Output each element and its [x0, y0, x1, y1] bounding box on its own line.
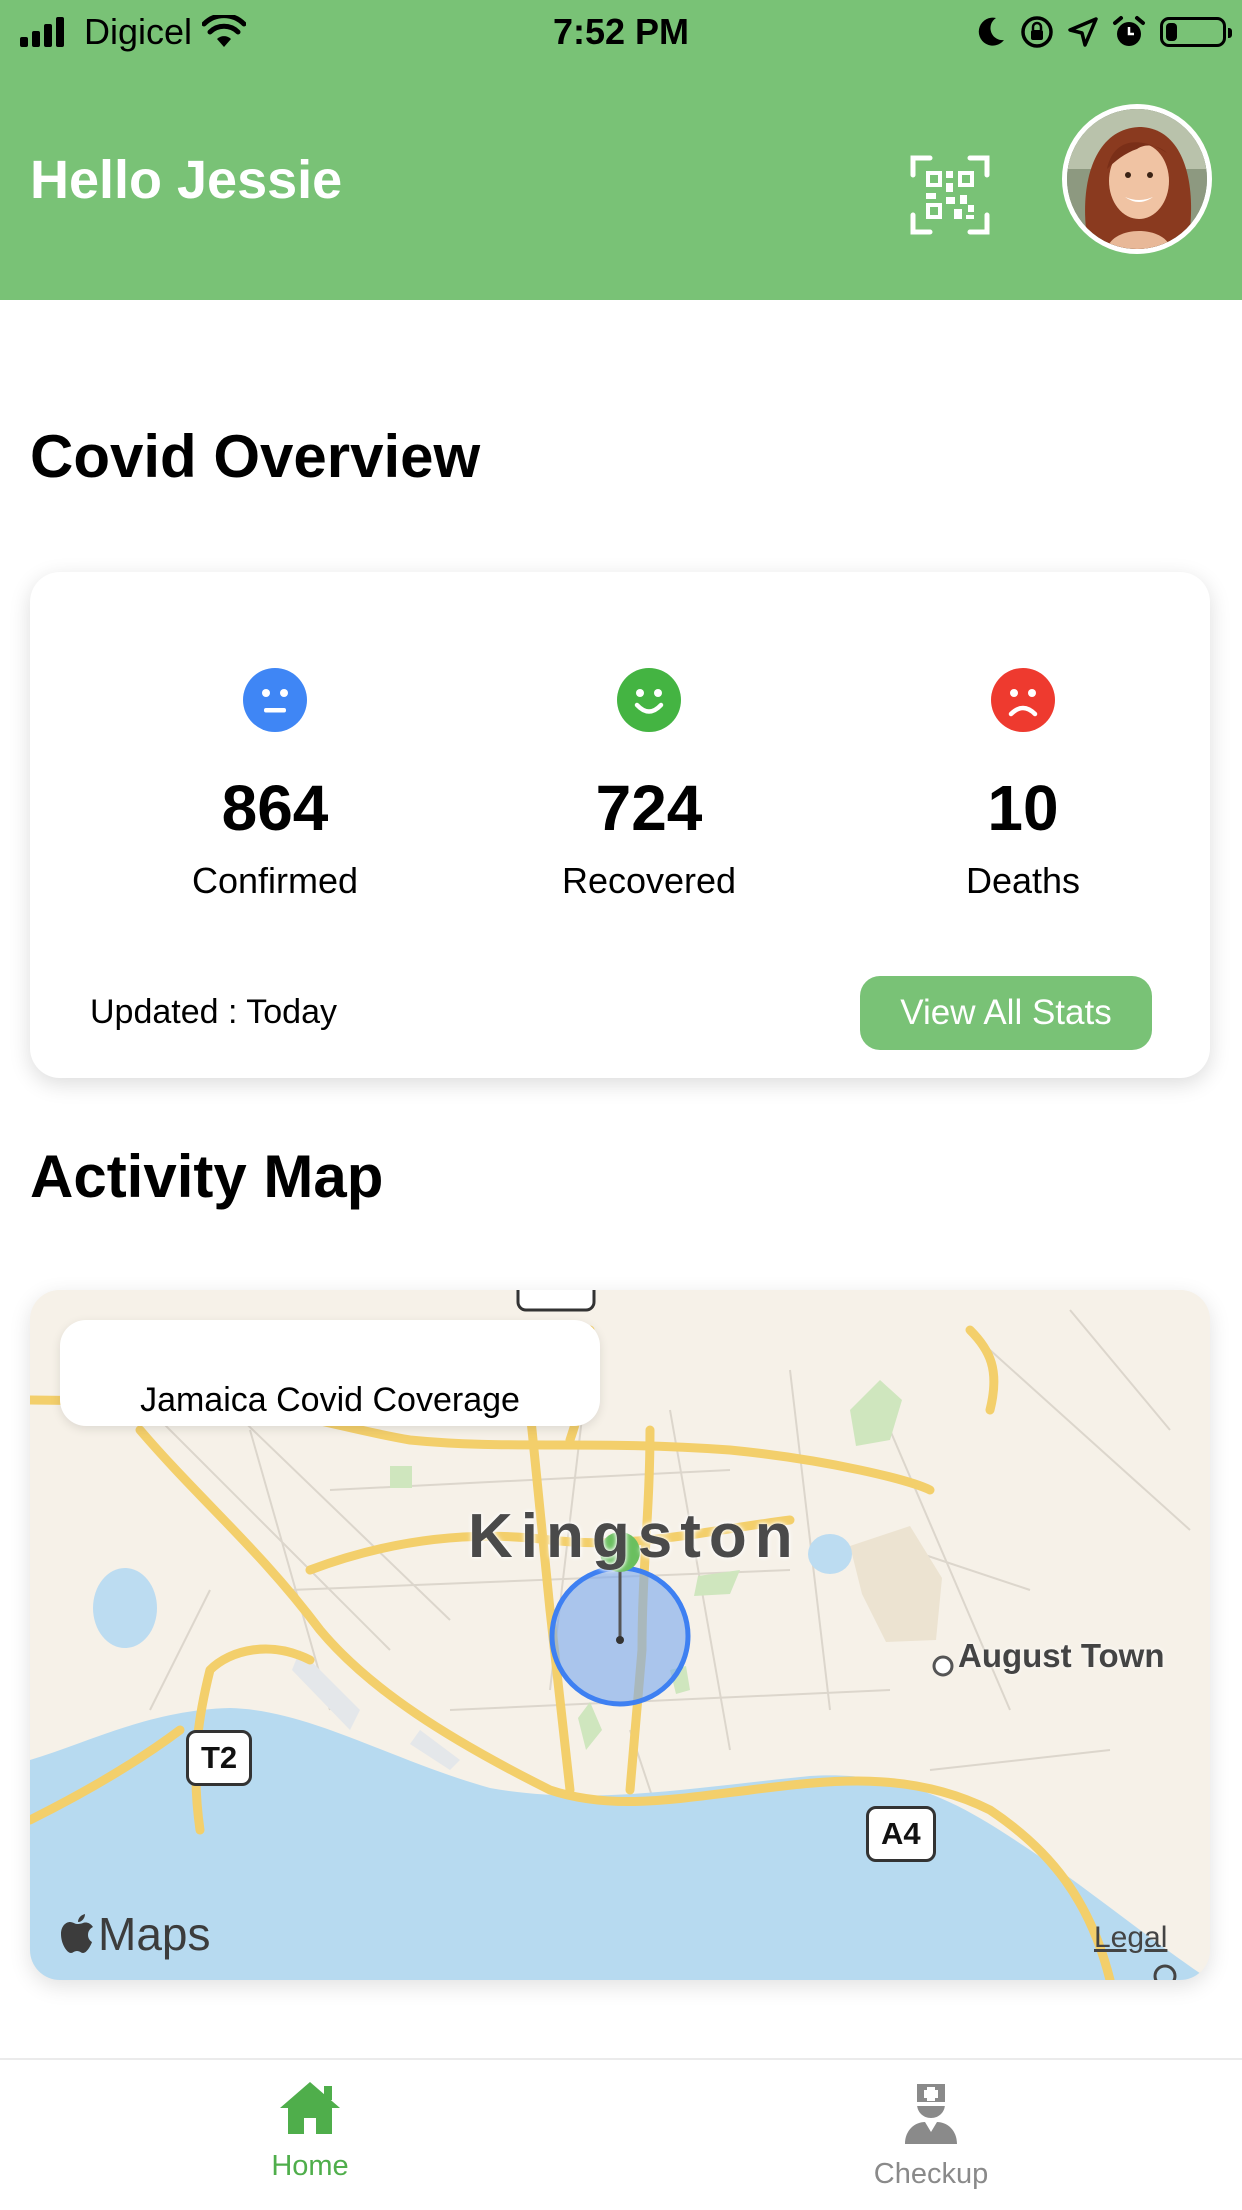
covid-overview-title: Covid Overview — [30, 423, 481, 490]
avatar[interactable] — [1062, 104, 1212, 254]
map-city-label: Kingston — [468, 1502, 801, 1571]
profile-photo — [1067, 109, 1207, 249]
tab-checkup[interactable]: Checkup — [781, 2080, 1081, 2192]
qr-code-icon — [910, 155, 990, 235]
qr-code-button[interactable] — [910, 155, 990, 235]
deaths-count: 10 — [987, 772, 1059, 844]
activity-map-title: Activity Map — [30, 1143, 384, 1210]
location-arrow-icon — [1068, 17, 1098, 47]
greeting-title: Hello Jessie — [30, 150, 343, 210]
map-town-label: August Town — [958, 1637, 1165, 1674]
stats-card: 864 Confirmed 724 Recovered 10 Deaths Up… — [30, 572, 1210, 1078]
stat-confirmed: 864 Confirmed — [125, 668, 425, 904]
stat-deaths: 10 Deaths — [873, 668, 1173, 904]
updated-status: Updated : Today — [90, 993, 337, 1031]
deaths-label: Deaths — [965, 860, 1081, 901]
doctor-icon — [905, 2084, 957, 2144]
view-all-stats-button[interactable]: View All Stats — [860, 976, 1152, 1050]
coverage-label-card: Jamaica Covid Coverage — [60, 1320, 600, 1426]
status-right — [976, 12, 1232, 52]
neutral-face-icon — [243, 668, 307, 732]
alarm-icon — [1113, 16, 1145, 46]
legal-link[interactable]: Legal — [1094, 1920, 1167, 1956]
smile-face-icon — [617, 668, 681, 732]
road-badge: T2 — [186, 1730, 253, 1786]
moon-icon — [978, 17, 1004, 46]
recovered-count: 724 — [595, 772, 703, 844]
activity-map[interactable]: Jamaica Covid Coverage Kingston August T… — [30, 1290, 1210, 1980]
app-header: Digicel 7:52 PM Hello Jessie — [0, 0, 1242, 300]
apple-logo-icon — [61, 1914, 93, 1953]
sad-face-icon — [991, 668, 1055, 732]
battery-level — [1166, 23, 1177, 41]
home-icon — [280, 2082, 340, 2134]
confirmed-count: 864 — [221, 772, 329, 844]
apple-maps-brand: Maps — [60, 1906, 210, 1962]
tab-home-label: Home — [271, 2150, 349, 2182]
tab-checkup-label: Checkup — [873, 2158, 989, 2190]
status-bar: Digicel 7:52 PM — [0, 0, 1242, 64]
stat-recovered: 724 Recovered — [499, 668, 799, 904]
recovered-label: Recovered — [561, 860, 737, 901]
tab-bar: Home Checkup — [0, 2058, 1242, 2210]
confirmed-label: Confirmed — [191, 860, 359, 901]
road-badge: A4 — [866, 1806, 936, 1862]
rotation-lock-icon — [1021, 16, 1053, 48]
battery-icon — [1160, 17, 1232, 47]
coverage-label: Jamaica Covid Coverage — [140, 1381, 520, 1419]
tab-home[interactable]: Home — [160, 2080, 460, 2184]
maps-brand-label: Maps — [98, 1908, 211, 1960]
